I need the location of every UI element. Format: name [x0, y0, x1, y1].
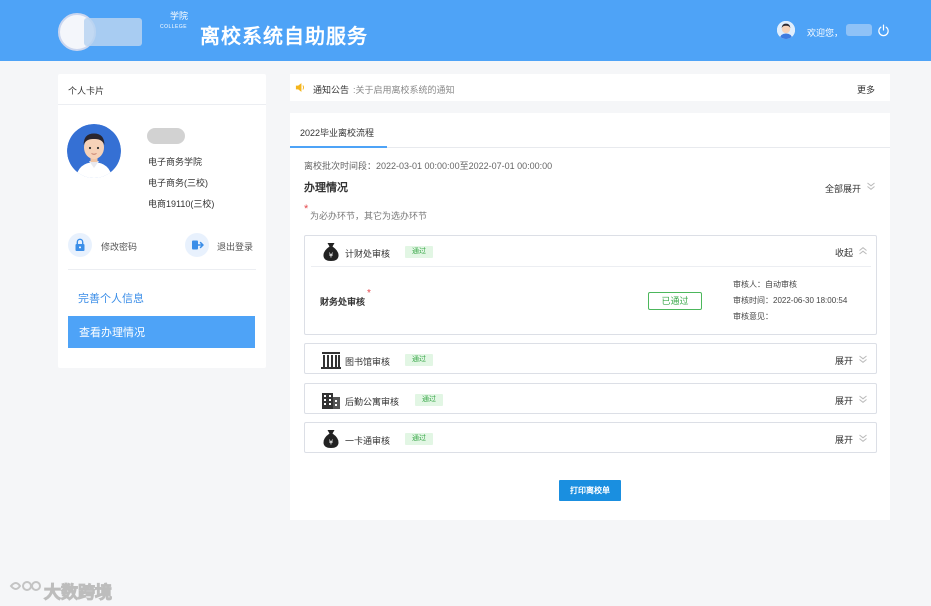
username-redacted — [846, 24, 872, 36]
logout-icon — [192, 240, 204, 250]
menu-complete-info[interactable]: 完善个人信息 — [78, 290, 144, 306]
chevron-double-down-icon[interactable] — [858, 433, 868, 443]
tab-active-indicator — [290, 146, 387, 148]
panel-title: 一卡通审核 — [345, 436, 391, 446]
panel-title: 后勤公寓审核 — [345, 397, 400, 407]
expand-button[interactable]: 展开 — [835, 433, 853, 446]
header-bar: 学院 COLLEGE 离校系统自助服务 欢迎您， — [0, 0, 931, 61]
change-password-label[interactable]: 修改密码 — [101, 240, 137, 253]
chevron-double-up-icon[interactable] — [858, 246, 868, 256]
app-title: 离校系统自助服务 — [200, 26, 368, 48]
chevron-double-down-icon[interactable] — [858, 394, 868, 404]
tab-graduation-process[interactable]: 2022毕业离校流程 — [300, 126, 374, 139]
money-bag-icon: ¥ — [323, 243, 339, 261]
panel-apartment[interactable]: 后勤公寓审核 通过 展开 — [304, 383, 877, 414]
name-redacted — [147, 128, 185, 144]
panel-title: 计财处审核 — [345, 249, 391, 259]
print-leave-form-button[interactable]: 打印离校单 — [559, 480, 621, 501]
logo-redacted — [84, 18, 142, 46]
watermark-logo-icon — [9, 581, 41, 591]
logout-button[interactable] — [185, 233, 209, 257]
profile-avatar — [67, 124, 121, 178]
main-card: 2022毕业离校流程 离校批次时间段：2022-03-01 00:00:00至2… — [290, 113, 890, 520]
required-note: 为必办环节，其它为选办环节 — [310, 211, 428, 221]
status-badge: 通过 — [405, 354, 433, 366]
batch-period: 离校批次时间段：2022-03-01 00:00:00至2022-07-01 0… — [304, 161, 553, 171]
logout-label[interactable]: 退出登录 — [217, 240, 253, 253]
chevron-double-down-icon[interactable] — [858, 354, 868, 364]
menu-view-progress[interactable]: 查看办理情况 — [68, 316, 255, 348]
lock-icon — [75, 238, 85, 251]
library-building-icon — [321, 352, 341, 369]
notice-label: 通知公告 — [313, 85, 350, 95]
logo-text-cn: 学院 — [170, 12, 189, 22]
notice-link[interactable]: :关于启用离校系统的通知 — [353, 83, 455, 96]
review-opinion: 审核意见： — [733, 312, 773, 321]
college-name: 电子商务学院 — [148, 157, 203, 167]
finance-office-review: 财务处审核 — [320, 297, 366, 307]
section-title: 办理情况 — [304, 182, 348, 194]
panel-finance: ¥ 计财处审核 通过 收起 财务处审核 * 已通过 审核人：自动审核 审核时间：… — [304, 235, 877, 335]
chevron-double-down-icon[interactable] — [866, 181, 876, 191]
card-title: 个人卡片 — [68, 86, 105, 96]
panel-title: 图书馆审核 — [345, 357, 391, 367]
panel-campus-card[interactable]: ¥ 一卡通审核 通过 展开 — [304, 422, 877, 453]
divider — [311, 266, 871, 267]
user-avatar[interactable] — [777, 21, 795, 39]
divider — [68, 269, 256, 270]
divider — [58, 104, 266, 105]
class-name: 电商19110(三校) — [148, 199, 215, 209]
major-name: 电子商务(三校) — [148, 178, 208, 188]
notice-more-link[interactable]: 更多 — [857, 83, 875, 96]
required-star: * — [304, 203, 309, 215]
panel-library[interactable]: 图书馆审核 通过 展开 — [304, 343, 877, 374]
status-badge: 通过 — [415, 394, 443, 406]
money-bag-icon: ¥ — [323, 430, 339, 448]
change-password-button[interactable] — [68, 233, 92, 257]
svg-text:¥: ¥ — [329, 252, 334, 260]
expand-all-button[interactable]: 全部展开 — [825, 182, 861, 195]
logo-text-en: COLLEGE — [160, 24, 188, 30]
power-icon[interactable] — [877, 24, 890, 37]
collapse-button[interactable]: 收起 — [835, 246, 853, 259]
welcome-text: 欢迎您， — [807, 28, 844, 38]
reviewer: 审核人：自动审核 — [733, 280, 797, 289]
profile-card: 个人卡片 电子商务学院 电子商务(三校) 电商19110(三校) 修改密码 退出… — [58, 74, 266, 368]
watermark-text: 大数跨境 — [44, 583, 113, 604]
svg-text:¥: ¥ — [329, 439, 334, 447]
notice-bar: 通知公告 :关于启用离校系统的通知 更多 — [290, 74, 890, 101]
expand-button[interactable]: 展开 — [835, 394, 853, 407]
passed-status: 已通过 — [648, 292, 702, 310]
watermark: 大数跨境 — [8, 576, 126, 604]
status-badge: 通过 — [405, 246, 433, 258]
apartment-building-icon — [322, 393, 340, 409]
status-badge: 通过 — [405, 433, 433, 445]
required-star: * — [367, 288, 371, 299]
speaker-icon — [295, 83, 304, 92]
review-time: 审核时间：2022-06-30 18:00:54 — [733, 296, 848, 305]
expand-button[interactable]: 展开 — [835, 354, 853, 367]
